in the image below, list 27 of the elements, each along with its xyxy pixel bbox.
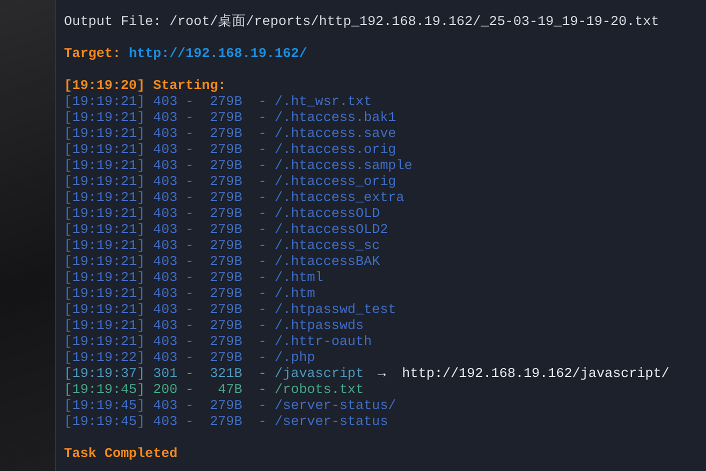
scan-result-line: [19:19:21] 403 - 279B - /.htpasswds — [64, 319, 364, 334]
scan-result-line: [19:19:21] 403 - 279B - /.htaccess.save — [64, 127, 396, 142]
scan-result-line: [19:19:21] 403 - 279B - /.htaccess.orig — [64, 143, 396, 158]
scan-result-line: [19:19:21] 403 - 279B - /.htaccess_orig — [64, 175, 396, 190]
scan-result-line: [19:19:21] 403 - 279B - /.htaccess_extra — [64, 191, 404, 206]
starting-line: [19:19:20] Starting: — [64, 79, 226, 94]
redirect-target: → http://192.168.19.162/javascript/ — [378, 367, 670, 382]
scan-result-line: [19:19:22] 403 - 279B - /.php — [64, 351, 316, 366]
scan-result-line: [19:19:21] 403 - 279B - /.htpasswd_test — [64, 303, 396, 318]
scan-result-line: [19:19:21] 403 - 279B - /.htaccess_sc — [64, 239, 380, 254]
target-label: Target: — [64, 47, 121, 62]
scan-result-line: [19:19:21] 403 - 279B - /.htaccessBAK — [64, 255, 380, 270]
scan-result-line: [19:19:21] 403 - 279B - /.htaccessOLD — [64, 207, 380, 222]
scan-result-line: [19:19:45] 200 - 47B - /robots.txt — [64, 383, 364, 398]
task-completed-line: Task Completed — [64, 447, 178, 462]
scan-result-line: [19:19:21] 403 - 279B - /.htm — [64, 287, 316, 302]
scan-result-line: [19:19:21] 403 - 279B - /.htaccess.bak1 — [64, 111, 396, 126]
target-url: http://192.168.19.162/ — [128, 47, 308, 62]
scan-result-line: [19:19:21] 403 - 279B - /.htaccess.sample — [64, 159, 412, 174]
scan-result-line: [19:19:45] 403 - 279B - /server-status — [64, 415, 388, 430]
scan-result-line: [19:19:21] 403 - 279B - /.htaccessOLD2 — [64, 223, 388, 238]
scan-result-line: [19:19:37] 301 - 321B - /javascript — [64, 367, 364, 382]
output-file-line: Output File: /root/桌面/reports/http_192.168.19.162/_25-03-19_19-19-20.txt — [64, 15, 660, 30]
scan-result-line: [19:19:21] 403 - 279B - /.html — [64, 271, 324, 286]
scan-result-line: [19:19:21] 403 - 279B - /.ht_wsr.txt — [64, 95, 372, 110]
scan-result-line: [19:19:45] 403 - 279B - /server-status/ — [64, 399, 396, 414]
scan-result-line: [19:19:21] 403 - 279B - /.httr-oauth — [64, 335, 372, 350]
